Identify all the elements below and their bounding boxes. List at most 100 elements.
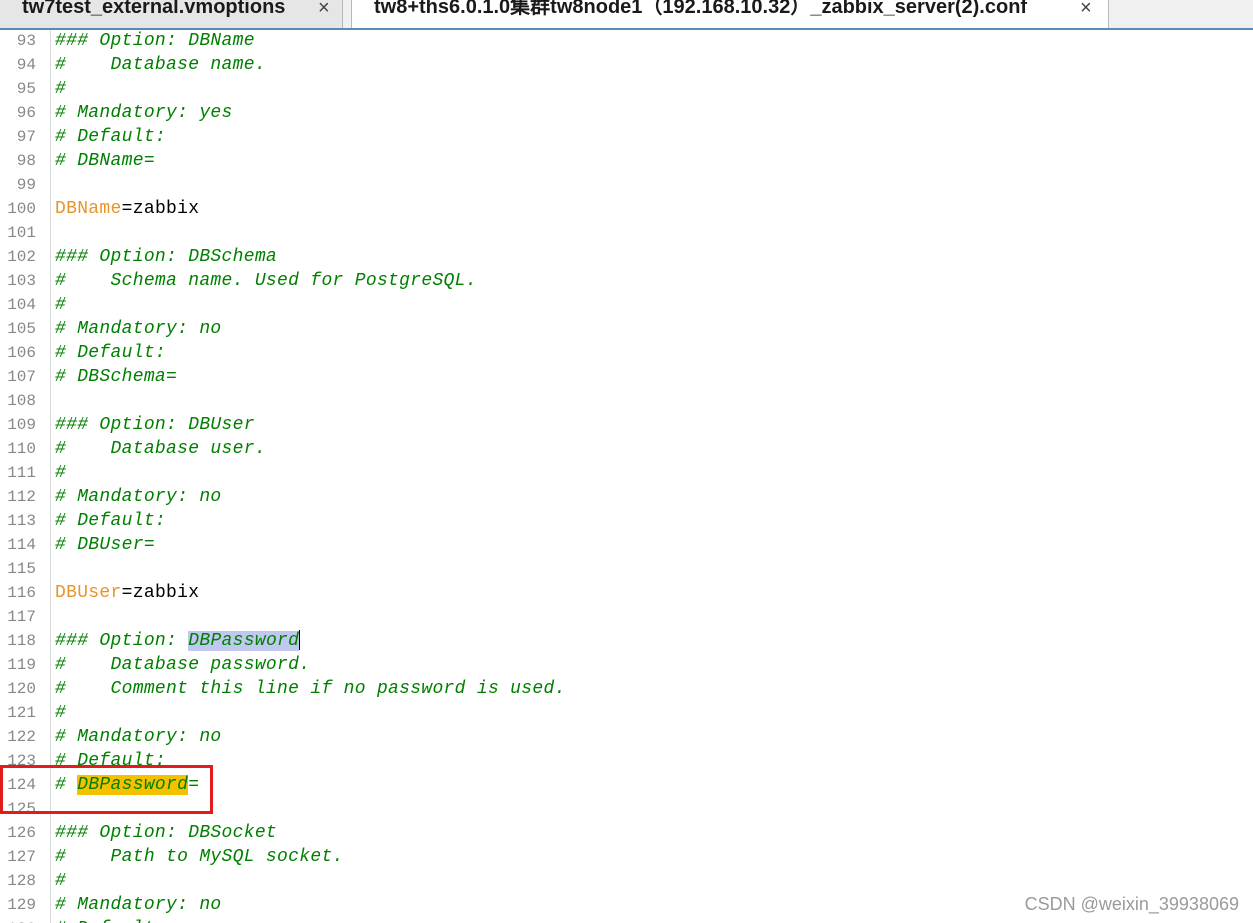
line-text: ### Option: DBName xyxy=(55,29,255,53)
code-line[interactable]: 98 # DBName= xyxy=(0,149,1253,173)
line-text: # DBSchema= xyxy=(55,365,177,389)
code-editor[interactable]: 93 ### Option: DBName 94 # Database name. 95… xyxy=(0,30,1253,923)
code-line[interactable]: 110 # Database user. xyxy=(0,437,1253,461)
code-line[interactable]: 95 # xyxy=(0,77,1253,101)
tab-bar: tw7test_external.vmoptions × tw8+ths6.0.… xyxy=(0,0,1253,30)
line-number: 126 xyxy=(7,824,36,842)
code-line[interactable]: 130 # Default: xyxy=(0,917,1253,923)
selected-word: DBPassword xyxy=(188,631,300,651)
code-line[interactable]: 120 # Comment this line if no password is… xyxy=(0,677,1253,701)
line-text: # xyxy=(55,461,66,485)
comment-text: # Default: xyxy=(55,919,166,923)
line-text: # DBName= xyxy=(55,149,155,173)
tab-label: tw7test_external.vmoptions xyxy=(22,0,286,18)
line-number: 129 xyxy=(7,896,36,914)
line-number: 120 xyxy=(7,680,36,698)
comment-text: # Database user. xyxy=(55,439,266,459)
comment-text: # xyxy=(55,703,67,723)
line-number: 124 xyxy=(7,776,36,794)
watermark: CSDN @weixin_39938069 xyxy=(1024,894,1239,914)
code-line[interactable]: 102 ### Option: DBSchema xyxy=(0,245,1253,269)
line-number: 128 xyxy=(7,872,36,890)
line-text: # Schema name. Used for PostgreSQL. xyxy=(55,269,477,293)
line-number: 112 xyxy=(7,488,36,506)
close-icon[interactable]: × xyxy=(318,0,330,18)
line-number: 122 xyxy=(7,728,36,746)
line-number: 109 xyxy=(7,416,36,434)
line-number: 125 xyxy=(7,800,36,818)
code-line[interactable]: 121 # xyxy=(0,701,1253,725)
comment-text: # Default: xyxy=(55,343,167,363)
line-number: 115 xyxy=(7,560,36,578)
code-line[interactable]: 101 xyxy=(0,221,1253,245)
close-icon[interactable]: × xyxy=(1080,0,1092,18)
code-line[interactable]: 116 DBUser=zabbix xyxy=(0,581,1253,605)
code-line[interactable]: 108 xyxy=(0,389,1253,413)
line-number: 99 xyxy=(16,176,36,194)
config-value: zabbix xyxy=(132,199,200,219)
code-line[interactable]: 100 DBName=zabbix xyxy=(0,197,1253,221)
line-text: # Mandatory: no xyxy=(55,725,222,749)
code-line[interactable]: 115 xyxy=(0,557,1253,581)
comment-text: # DBName= xyxy=(55,151,155,171)
line-number: 119 xyxy=(7,656,36,674)
line-number: 116 xyxy=(7,584,36,602)
comment-text: ### Option: DBSocket xyxy=(55,823,278,843)
line-text: ### Option: DBUser xyxy=(55,413,255,437)
line-number: 127 xyxy=(7,848,36,866)
code-line[interactable]: 125 xyxy=(0,797,1253,821)
line-text: # xyxy=(55,293,66,317)
line-text: # Comment this line if no password is us… xyxy=(55,677,566,701)
comment-text: # Mandatory: no xyxy=(55,319,222,339)
code-line[interactable]: 122 # Mandatory: no xyxy=(0,725,1253,749)
code-line[interactable]: 103 # Schema name. Used for PostgreSQL. xyxy=(0,269,1253,293)
code-line[interactable]: 112 # Mandatory: no xyxy=(0,485,1253,509)
comment-text: = xyxy=(188,775,200,795)
code-line[interactable]: 119 # Database password. xyxy=(0,653,1253,677)
line-number: 130 xyxy=(0,917,36,923)
line-text: # xyxy=(55,869,66,893)
line-text: ### Option: DBSocket xyxy=(55,821,277,845)
code-line[interactable]: 93 ### Option: DBName xyxy=(0,29,1253,53)
code-line[interactable]: 109 ### Option: DBUser xyxy=(0,413,1253,437)
line-text: # Database password. xyxy=(55,653,310,677)
comment-text: # Mandatory: no xyxy=(55,487,222,507)
line-text: # Default: xyxy=(55,341,166,365)
line-text: # Mandatory: no xyxy=(55,317,222,341)
config-key: DBUser xyxy=(55,583,122,603)
code-line[interactable]: 104 # xyxy=(0,293,1253,317)
code-line[interactable]: 111 # xyxy=(0,461,1253,485)
code-line[interactable]: 94 # Database name. xyxy=(0,53,1253,77)
comment-text: # Database password. xyxy=(55,655,311,675)
code-line[interactable]: 99 xyxy=(0,173,1253,197)
code-line[interactable]: 118 ### Option: DBPassword xyxy=(0,629,1253,653)
comment-text: ### Option: xyxy=(55,631,189,651)
comment-text: # xyxy=(55,463,67,483)
code-line[interactable]: 127 # Path to MySQL socket. xyxy=(0,845,1253,869)
line-number: 121 xyxy=(7,704,36,722)
line-number: 98 xyxy=(16,152,36,170)
code-line[interactable]: 107 # DBSchema= xyxy=(0,365,1253,389)
code-line[interactable]: 126 ### Option: DBSocket xyxy=(0,821,1253,845)
config-equals: = xyxy=(121,583,133,603)
line-number: 104 xyxy=(7,296,36,314)
line-number: 107 xyxy=(7,368,36,386)
code-line[interactable]: 113 # Default: xyxy=(0,509,1253,533)
code-line[interactable]: 124 # DBPassword= xyxy=(0,773,1253,797)
code-line[interactable]: 123 # Default: xyxy=(0,749,1253,773)
line-number: 117 xyxy=(7,608,36,626)
code-line[interactable]: 117 xyxy=(0,605,1253,629)
text-cursor xyxy=(299,630,301,651)
comment-text: # xyxy=(55,79,67,99)
code-line[interactable]: 96 # Mandatory: yes xyxy=(0,101,1253,125)
line-text: # Path to MySQL socket. xyxy=(55,845,344,869)
comment-text: # DBSchema= xyxy=(55,367,178,387)
code-line[interactable]: 114 # DBUser= xyxy=(0,533,1253,557)
line-text: # xyxy=(55,77,66,101)
code-line[interactable]: 106 # Default: xyxy=(0,341,1253,365)
code-line[interactable]: 105 # Mandatory: no xyxy=(0,317,1253,341)
tab-vmoptions[interactable]: tw7test_external.vmoptions × xyxy=(0,0,343,28)
code-line[interactable]: 128 # xyxy=(0,869,1253,893)
tab-zabbix-server-conf[interactable]: tw8+ths6.0.1.0集群tw8node1（192.168.10.32）_… xyxy=(351,0,1109,28)
code-line[interactable]: 97 # Default: xyxy=(0,125,1253,149)
